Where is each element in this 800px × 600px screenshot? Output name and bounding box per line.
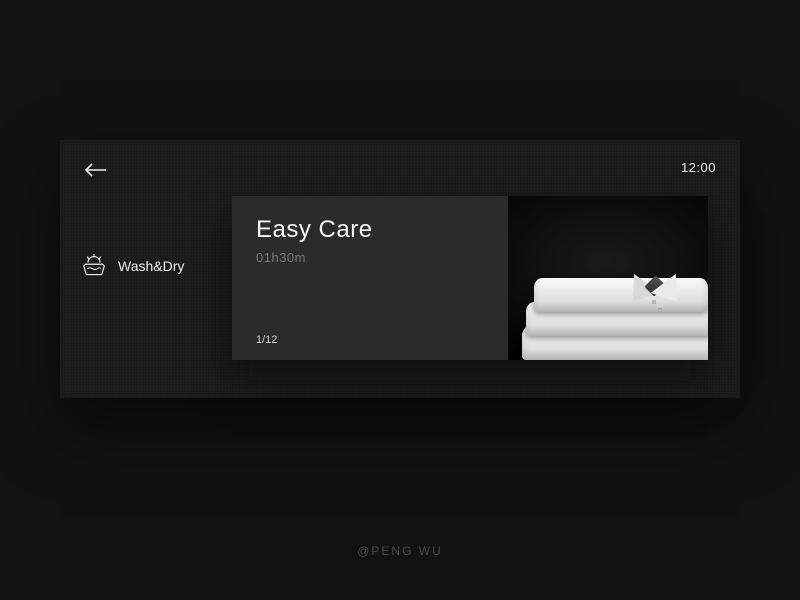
wash-dry-icon — [80, 254, 108, 278]
mode-label: Wash&Dry — [118, 258, 184, 274]
arrow-left-icon — [82, 160, 110, 180]
program-title: Easy Care — [256, 216, 484, 244]
program-card[interactable]: Easy Care 01h30m 1/12 — [232, 196, 708, 360]
clock: 12:00 — [681, 160, 716, 175]
mode-selector[interactable]: Wash&Dry — [80, 254, 184, 278]
back-button[interactable] — [82, 160, 110, 180]
appliance-panel: 12:00 Wash&Dry Easy Care 01h30m 1/12 — [60, 140, 740, 398]
credit: @PENG WU — [0, 544, 800, 558]
program-counter: 1/12 — [256, 334, 484, 346]
folded-shirt-illustration — [526, 272, 708, 360]
program-image — [508, 196, 708, 360]
program-duration: 01h30m — [256, 250, 484, 265]
program-info: Easy Care 01h30m 1/12 — [232, 196, 508, 360]
